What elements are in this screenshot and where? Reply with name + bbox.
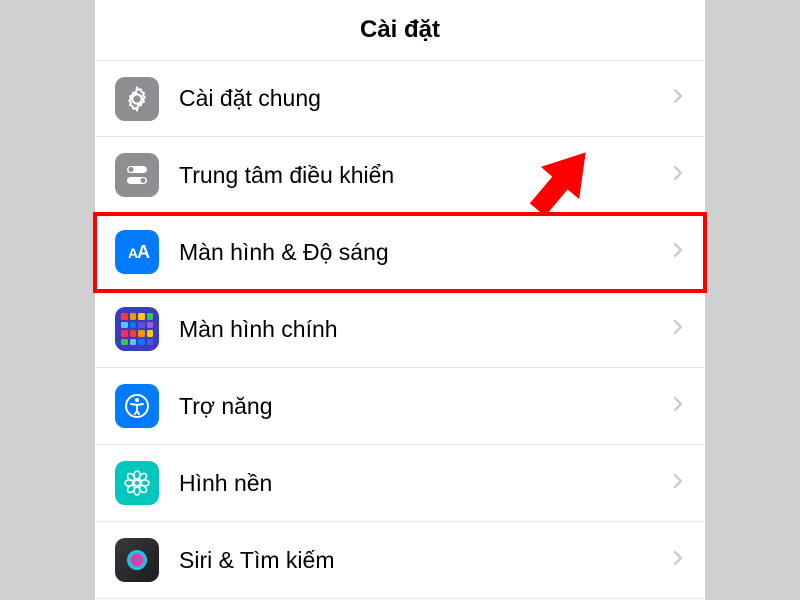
flower-icon bbox=[115, 461, 159, 505]
row-wallpaper[interactable]: Hình nền bbox=[95, 445, 705, 522]
svg-text:A: A bbox=[137, 242, 150, 262]
annotation-arrow bbox=[515, 138, 605, 233]
row-siri[interactable]: Siri & Tìm kiếm bbox=[95, 522, 705, 599]
row-label: Màn hình chính bbox=[179, 316, 673, 343]
row-label: Siri & Tìm kiếm bbox=[179, 547, 673, 574]
row-label: Màn hình & Độ sáng bbox=[179, 239, 673, 266]
gear-icon bbox=[115, 77, 159, 121]
chevron-right-icon bbox=[673, 164, 683, 187]
chevron-right-icon bbox=[673, 318, 683, 341]
home-grid-icon bbox=[115, 307, 159, 351]
row-accessibility[interactable]: Trợ năng bbox=[95, 368, 705, 445]
chevron-right-icon bbox=[673, 241, 683, 264]
row-label: Trợ năng bbox=[179, 393, 673, 420]
row-display-brightness[interactable]: A A Màn hình & Độ sáng bbox=[95, 214, 705, 291]
row-label: Cài đặt chung bbox=[179, 85, 673, 112]
row-label: Hình nền bbox=[179, 470, 673, 497]
chevron-right-icon bbox=[673, 395, 683, 418]
chevron-right-icon bbox=[673, 87, 683, 110]
siri-icon bbox=[115, 538, 159, 582]
accessibility-icon bbox=[115, 384, 159, 428]
text-size-icon: A A bbox=[115, 230, 159, 274]
chevron-right-icon bbox=[673, 549, 683, 572]
row-control-center[interactable]: Trung tâm điều khiển bbox=[95, 137, 705, 214]
toggles-icon bbox=[115, 153, 159, 197]
chevron-right-icon bbox=[673, 472, 683, 495]
row-home-screen[interactable]: Màn hình chính bbox=[95, 291, 705, 368]
page-title: Cài đặt bbox=[95, 0, 705, 60]
settings-list: Cài đặt chung Trung tâm điều khiển bbox=[95, 60, 705, 599]
row-general[interactable]: Cài đặt chung bbox=[95, 60, 705, 137]
settings-screen: Cài đặt Cài đặt chung bbox=[95, 0, 705, 600]
